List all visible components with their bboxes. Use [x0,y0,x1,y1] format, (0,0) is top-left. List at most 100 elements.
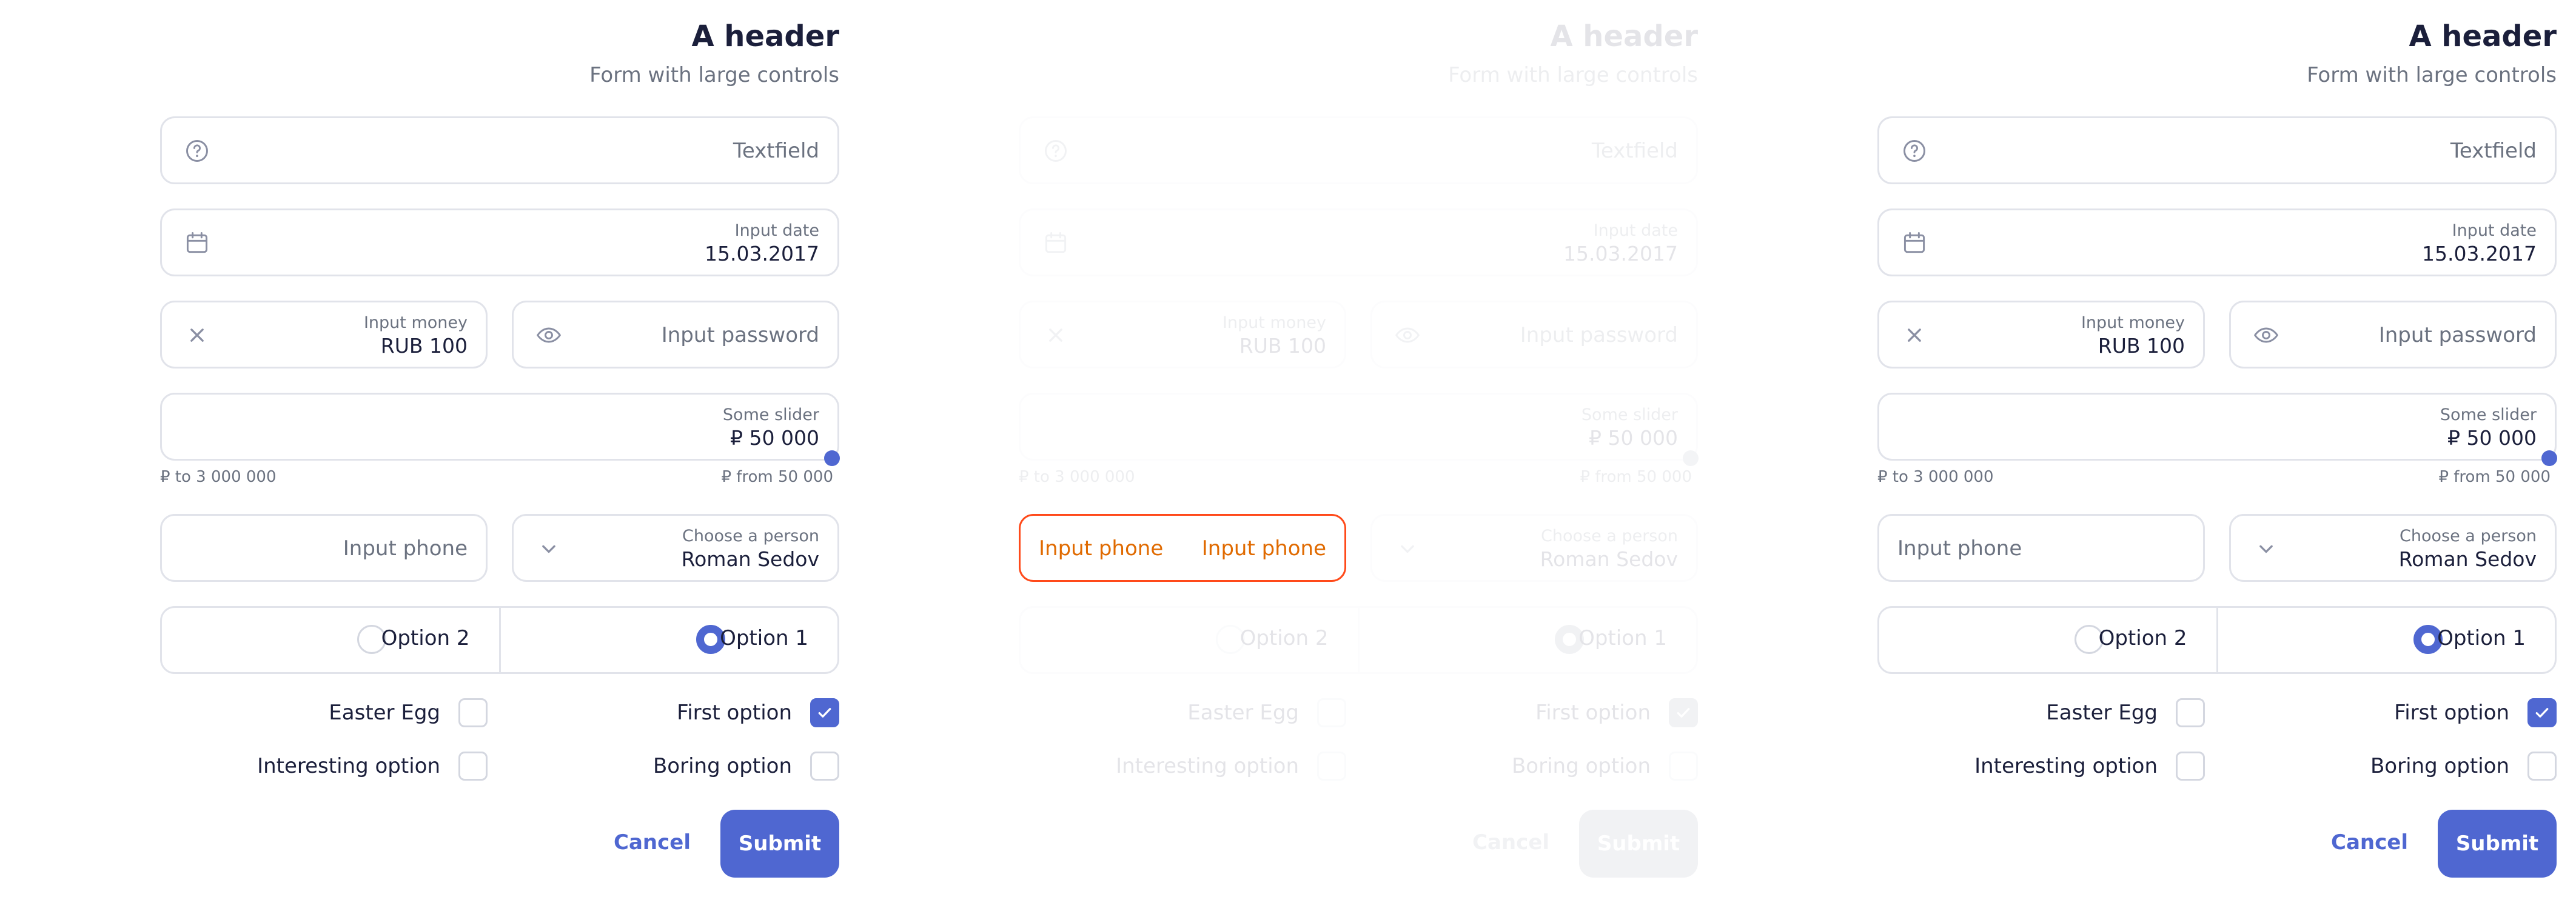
page-title: A header [1550,19,1698,53]
input-date[interactable]: Input date 15.03.2017 [1877,208,2557,276]
cancel-button[interactable]: Cancel [2331,830,2408,855]
person-select[interactable]: Choose a person Roman Sedov [2229,514,2557,582]
submit-button[interactable]: Submit [1579,810,1698,878]
input-date[interactable]: Input date 15.03.2017 [160,208,839,276]
submit-button[interactable]: Submit [720,810,839,878]
input-phone[interactable]: Input phone [160,514,488,582]
checkbox[interactable] [2176,698,2205,727]
person-select-label: Choose a person [1541,527,1678,545]
input-password[interactable]: Input password [1370,301,1698,368]
input-phone-placeholder: Input phone [343,536,468,561]
person-select[interactable]: Choose a person Roman Sedov [1370,514,1698,582]
chevron-down-icon[interactable] [1394,535,1421,562]
checkbox[interactable] [458,752,488,781]
input-money[interactable]: Input money RUB 100 [160,301,488,368]
calendar-icon[interactable] [1901,230,1928,256]
slider-hint-left: ₽ to 3 000 000 [1877,468,1994,486]
checkbox-boring-option[interactable]: Boring option [653,752,839,781]
checkbox[interactable] [1317,752,1346,781]
radio-option-2[interactable]: Option 2 [1021,608,1358,672]
input-date[interactable]: Input date 15.03.2017 [1019,208,1698,276]
checkbox[interactable] [2527,752,2557,781]
slider-field[interactable]: Some slider ₽ 50 000 [160,393,839,461]
slider-handle[interactable] [1683,450,1699,466]
radio-option-1-label: Option 1 [720,626,808,650]
radio-option-1[interactable]: Option 1 [498,608,838,672]
checkbox-interesting-option[interactable]: Interesting option [1974,752,2205,781]
input-password-placeholder: Input password [2378,323,2537,347]
slider-handle[interactable] [2541,450,2557,466]
person-select-value: Roman Sedov [1540,547,1678,571]
checkbox-easter-egg[interactable]: Easter Egg [329,698,488,727]
checkbox-first-option[interactable]: First option [677,698,839,727]
input-money-value: RUB 100 [380,334,468,358]
eye-icon[interactable] [535,322,562,348]
radio-option-1[interactable]: Option 1 [2216,608,2555,672]
checkbox-checked[interactable] [810,698,839,727]
checkbox[interactable] [1317,698,1346,727]
chevron-down-icon[interactable] [535,535,562,562]
checkbox-easter-egg[interactable]: Easter Egg [1187,698,1346,727]
person-select-value: Roman Sedov [681,547,819,571]
question-circle-icon [1903,140,1925,162]
input-money[interactable]: Input money RUB 100 [1019,301,1346,368]
checkbox-label: Boring option [2370,754,2509,778]
checkbox[interactable] [1669,752,1698,781]
slider-handle[interactable] [824,450,840,466]
person-select-label: Choose a person [682,527,819,545]
slider-label: Some slider [1581,405,1678,424]
calendar-icon[interactable] [1042,230,1069,256]
checkbox-interesting-option[interactable]: Interesting option [257,752,488,781]
eye-icon[interactable] [1394,322,1421,348]
checkbox[interactable] [458,698,488,727]
eye-icon[interactable] [2253,322,2279,348]
slider-field[interactable]: Some slider ₽ 50 000 [1019,393,1698,461]
radio-option-1[interactable]: Option 1 [1357,608,1697,672]
input-phone-error-text-left: Input phone [1039,536,1164,561]
close-icon[interactable] [1042,322,1069,348]
input-phone[interactable]: Input phone [1877,514,2205,582]
calendar-icon[interactable] [184,230,210,256]
textfield[interactable]: Textfield [160,116,839,184]
checkbox-label: Boring option [1511,754,1651,778]
input-phone-error[interactable]: Input phone Input phone [1019,514,1346,582]
close-icon[interactable] [184,322,210,348]
input-password[interactable]: Input password [512,301,839,368]
form-header: A header Form with large controls [1890,17,2557,88]
chevron-down-icon[interactable] [2253,535,2279,562]
input-money-label: Input money [1222,313,1326,332]
form-panel-1: A header Form with large controls Textfi… [0,0,859,897]
checkbox-boring-option[interactable]: Boring option [2370,752,2557,781]
checkbox-checked[interactable] [1669,698,1698,727]
checkbox[interactable] [810,752,839,781]
submit-button[interactable]: Submit [2438,810,2557,878]
close-icon[interactable] [1901,322,1928,348]
input-money-value: RUB 100 [1239,334,1326,358]
checkbox-label: Interesting option [1974,754,2158,778]
input-date-label: Input date [2452,221,2537,240]
checkbox-label: First option [677,701,792,725]
checkbox-first-option[interactable]: First option [2394,698,2557,727]
checkbox[interactable] [2176,752,2205,781]
form-header: A header Form with large controls [172,17,839,88]
radio-option-2[interactable]: Option 2 [162,608,499,672]
slider-label: Some slider [2440,405,2537,424]
checkbox-label: Interesting option [257,754,440,778]
checkbox-checked[interactable] [2527,698,2557,727]
cancel-button[interactable]: Cancel [614,830,691,855]
checkmark-icon [2535,708,2549,718]
radio-option-2[interactable]: Option 2 [1879,608,2216,672]
checkbox-easter-egg[interactable]: Easter Egg [2046,698,2205,727]
form-panel-3: A header Form with large controls Textfi… [1717,0,2576,897]
input-password[interactable]: Input password [2229,301,2557,368]
textfield[interactable]: Textfield [1019,116,1698,184]
input-date-value: 15.03.2017 [705,242,819,265]
cancel-button[interactable]: Cancel [1472,830,1549,855]
checkbox-first-option[interactable]: First option [1535,698,1698,727]
person-select[interactable]: Choose a person Roman Sedov [512,514,839,582]
input-money[interactable]: Input money RUB 100 [1877,301,2205,368]
slider-field[interactable]: Some slider ₽ 50 000 [1877,393,2557,461]
textfield[interactable]: Textfield [1877,116,2557,184]
checkbox-interesting-option[interactable]: Interesting option [1116,752,1346,781]
checkbox-boring-option[interactable]: Boring option [1512,752,1698,781]
